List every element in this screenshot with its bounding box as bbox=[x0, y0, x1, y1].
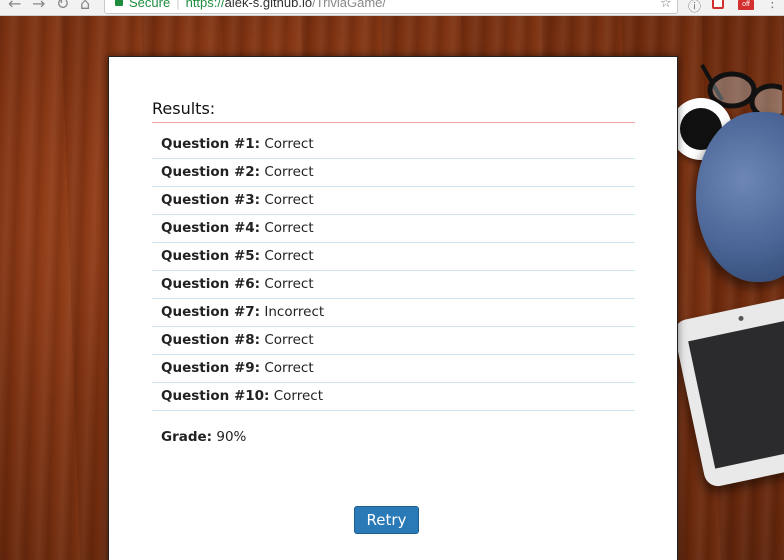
question-label: Question #4: bbox=[161, 220, 261, 236]
url-path: /TriviaGame/ bbox=[312, 0, 386, 10]
question-result: Correct bbox=[273, 388, 324, 404]
results-list: Question #1: Correct Question #2: Correc… bbox=[152, 131, 635, 411]
forward-icon[interactable]: → bbox=[32, 0, 45, 13]
result-row: Question #5: Correct bbox=[152, 243, 635, 271]
url-host: alek-s.github.io bbox=[224, 0, 313, 10]
tablet-camera bbox=[738, 315, 745, 322]
result-row: Question #7: Incorrect bbox=[152, 299, 635, 327]
home-icon[interactable]: ⌂ bbox=[80, 0, 90, 13]
question-result: Correct bbox=[264, 136, 314, 152]
question-result: Correct bbox=[264, 248, 314, 264]
reload-icon[interactable]: ↻ bbox=[56, 0, 69, 13]
back-icon[interactable]: ← bbox=[8, 0, 21, 13]
url-scheme: https:// bbox=[185, 0, 225, 10]
lock-icon bbox=[115, 0, 123, 6]
question-label: Question #8: bbox=[161, 332, 261, 348]
question-result: Incorrect bbox=[264, 304, 325, 320]
question-result: Correct bbox=[264, 164, 314, 180]
result-row: Question #6: Correct bbox=[152, 271, 635, 299]
grade-line: Grade: 90% bbox=[161, 429, 246, 445]
address-separator: | bbox=[176, 0, 180, 10]
question-result: Correct bbox=[264, 192, 314, 208]
question-label: Question #10: bbox=[161, 388, 270, 404]
browser-toolbar: ← → ↻ ⌂ Secure | https://alek-s.github.io/… bbox=[0, 0, 784, 16]
menu-icon[interactable]: ⋮ bbox=[766, 0, 779, 11]
star-icon[interactable]: ☆ bbox=[660, 0, 672, 11]
address-bar[interactable]: Secure | https://alek-s.github.io/TriviaGa… bbox=[104, 0, 678, 14]
tablet-screen bbox=[688, 316, 784, 469]
result-row: Question #1: Correct bbox=[152, 131, 635, 159]
info-icon[interactable]: ⓘ bbox=[688, 0, 701, 15]
extension-off-badge[interactable]: off bbox=[738, 0, 754, 10]
question-label: Question #7: bbox=[161, 304, 261, 320]
result-row: Question #4: Correct bbox=[152, 215, 635, 243]
retry-button[interactable]: Retry bbox=[354, 506, 419, 534]
question-result: Correct bbox=[264, 360, 314, 376]
result-row: Question #3: Correct bbox=[152, 187, 635, 215]
result-row: Question #8: Correct bbox=[152, 327, 635, 355]
question-result: Correct bbox=[264, 276, 314, 292]
secure-label: Secure bbox=[129, 0, 171, 10]
result-row: Question #9: Correct bbox=[152, 355, 635, 383]
result-row: Question #2: Correct bbox=[152, 159, 635, 187]
extension-icon[interactable] bbox=[712, 0, 724, 9]
grade-label: Grade: bbox=[161, 429, 213, 445]
tablet-decoration bbox=[671, 293, 784, 489]
question-result: Correct bbox=[264, 332, 314, 348]
question-label: Question #3: bbox=[161, 192, 261, 208]
question-label: Question #5: bbox=[161, 248, 261, 264]
question-label: Question #6: bbox=[161, 276, 261, 292]
grade-value: 90% bbox=[216, 429, 247, 445]
result-row: Question #10: Correct bbox=[152, 383, 635, 411]
results-title: Results: bbox=[152, 99, 635, 123]
results-card: Results: Question #1: Correct Question #… bbox=[108, 56, 678, 560]
question-label: Question #1: bbox=[161, 136, 261, 152]
question-label: Question #9: bbox=[161, 360, 261, 376]
question-result: Correct bbox=[264, 220, 314, 236]
question-label: Question #2: bbox=[161, 164, 261, 180]
